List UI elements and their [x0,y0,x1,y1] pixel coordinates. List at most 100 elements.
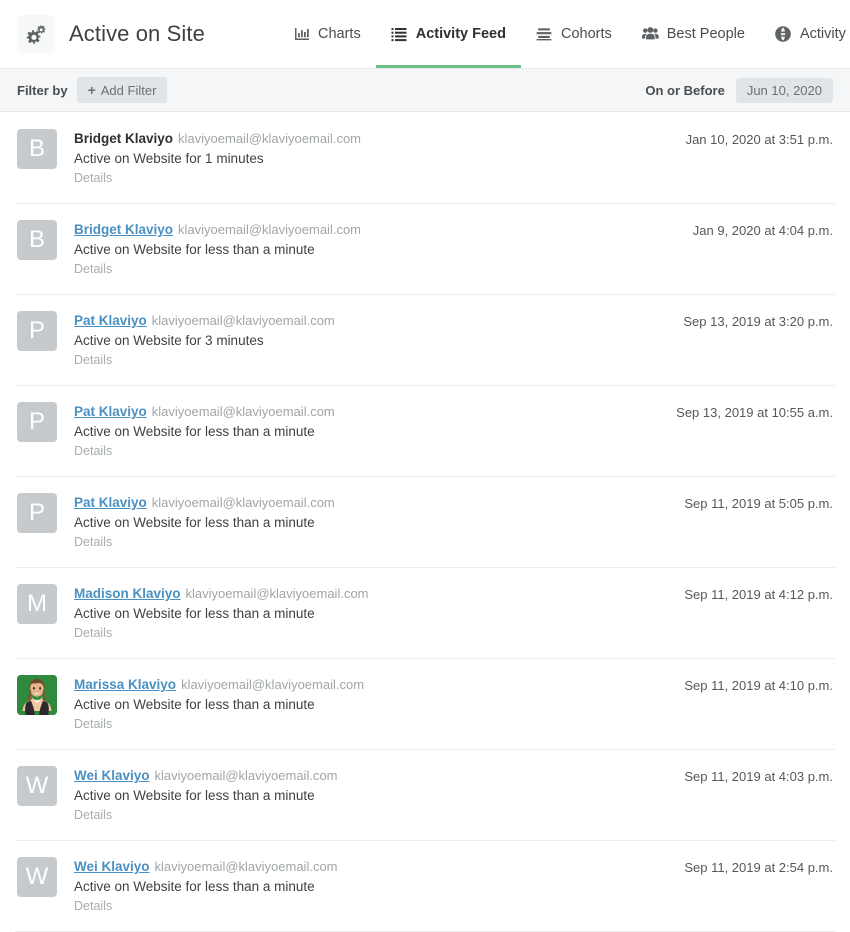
feed-row-identity: Pat Klaviyo klaviyoemail@klaviyoemail.com [74,403,676,421]
activity-timestamp: Jan 9, 2020 at 4:04 p.m. [692,223,833,238]
bar-chart-icon [293,26,310,43]
tab-best-people-label: Best People [666,25,745,42]
tab-charts-label: Charts [318,25,361,42]
tab-charts[interactable]: Charts [278,0,376,68]
avatar-initial[interactable]: W [17,766,57,806]
feed-row-body: Bridget Klaviyo klaviyoemail@klaviyoemail… [74,129,686,187]
details-toggle[interactable]: Details [74,716,684,733]
person-email: klaviyoemail@klaviyoemail.com [185,586,369,601]
activity-description: Active on Website for 3 minutes [74,333,264,348]
avatar-initial[interactable]: M [17,584,57,624]
activity-description: Active on Website for less than a minute [74,424,315,439]
feed-row-identity: Bridget Klaviyo klaviyoemail@klaviyoemail… [74,221,693,239]
details-toggle[interactable]: Details [74,261,693,278]
date-filter-button[interactable]: Jun 10, 2020 [735,77,833,103]
on-or-before-label: On or Before [645,82,725,98]
tab-cohorts-label: Cohorts [560,25,612,42]
activity-description: Active on Website for less than a minute [74,242,315,257]
list-icon [391,26,408,43]
details-toggle[interactable]: Details [74,625,684,642]
feed-row[interactable]: P Pat Klaviyo klaviyoemail@klaviyoemail.co… [0,294,850,385]
person-email: klaviyoemail@klaviyoemail.com [178,222,362,237]
person-name[interactable]: Marissa Klaviyo [74,677,176,692]
activity-timestamp: Jan 10, 2020 at 3:51 p.m. [685,132,833,147]
person-email: klaviyoemail@klaviyoemail.com [151,495,335,510]
feed-row-identity: Bridget Klaviyo klaviyoemail@klaviyoemail… [74,130,686,148]
feed-row-body: Bridget Klaviyo klaviyoemail@klaviyoemail… [74,220,693,278]
person-email: klaviyoemail@klaviyoemail.com [178,131,362,146]
tab-cohorts[interactable]: Cohorts [521,0,627,68]
feed-row-identity: Wei Klaviyo klaviyoemail@klaviyoemail.com [74,858,684,876]
person-email: klaviyoemail@klaviyoemail.com [181,677,365,692]
details-toggle[interactable]: Details [74,170,686,187]
activity-description: Active on Website for 1 minutes [74,151,264,166]
details-toggle[interactable]: Details [74,443,676,460]
feed-row[interactable]: P Pat Klaviyo klaviyoemail@klaviyoemail.co… [0,476,850,567]
avatar-initial[interactable]: P [17,493,57,533]
feed-row-body: Marissa Klaviyo klaviyoemail@klaviyoemail… [74,675,684,733]
feed-row-body: Pat Klaviyo klaviyoemail@klaviyoemail.com… [74,402,676,460]
person-name[interactable]: Pat Klaviyo [74,313,147,328]
details-toggle[interactable]: Details [74,807,684,824]
feed-row[interactable]: W Wei Klaviyo klaviyoemail@klaviyoemail.co… [0,749,850,840]
tab-activity-map[interactable]: Activity Map [760,0,850,68]
add-filter-button[interactable]: + Add Filter [76,77,168,103]
activity-timestamp: Sep 11, 2019 at 4:12 p.m. [684,587,833,602]
person-name[interactable]: Wei Klaviyo [74,768,150,783]
person-name: Bridget Klaviyo [74,131,174,146]
feed-row-identity: Wei Klaviyo klaviyoemail@klaviyoemail.com [74,767,684,785]
avatar-initial[interactable]: B [17,220,57,260]
tab-activity-feed-label: Activity Feed [415,25,506,42]
person-email: klaviyoemail@klaviyoemail.com [154,768,338,783]
avatar-initial[interactable]: W [17,857,57,897]
gears-icon [17,15,55,53]
avatar-photo[interactable] [17,675,57,715]
tab-activity-map-label: Activity Map [799,25,850,42]
feed-row-identity: Pat Klaviyo klaviyoemail@klaviyoemail.com [74,312,683,330]
activity-timestamp: Sep 11, 2019 at 4:03 p.m. [684,769,833,784]
tab-activity-feed[interactable]: Activity Feed [375,0,522,68]
person-email: klaviyoemail@klaviyoemail.com [151,404,335,419]
rows-icon [536,26,553,43]
feed-row-body: Wei Klaviyo klaviyoemail@klaviyoemail.com… [74,857,684,915]
avatar-initial[interactable]: B [17,129,57,169]
feed-row-identity: Pat Klaviyo klaviyoemail@klaviyoemail.com [74,494,684,512]
feed-row[interactable]: P Pat Klaviyo klaviyoemail@klaviyoemail.co… [0,385,850,476]
activity-timestamp: Sep 13, 2019 at 3:20 p.m. [683,314,833,329]
brand: Active on Site [17,15,205,53]
person-email: klaviyoemail@klaviyoemail.com [151,313,335,328]
plus-icon: + [87,82,96,98]
activity-description: Active on Website for less than a minute [74,788,315,803]
person-name[interactable]: Pat Klaviyo [74,495,147,510]
add-filter-label: Add Filter [100,82,157,98]
activity-feed-list: B Bridget Klaviyo klaviyoemail@klaviyoemai… [0,112,850,932]
person-name[interactable]: Madison Klaviyo [74,586,181,601]
person-name[interactable]: Wei Klaviyo [74,859,150,874]
person-name[interactable]: Bridget Klaviyo [74,222,173,237]
feed-row-body: Madison Klaviyo klaviyoemail@klaviyoemail… [74,584,684,642]
feed-row-body: Pat Klaviyo klaviyoemail@klaviyoemail.com… [74,311,683,369]
people-icon [641,26,659,43]
avatar-initial[interactable]: P [17,311,57,351]
feed-row-body: Pat Klaviyo klaviyoemail@klaviyoemail.com… [74,493,684,551]
feed-row[interactable]: B Bridget Klaviyo klaviyoemail@klaviyoemai… [0,112,850,203]
activity-timestamp: Sep 11, 2019 at 5:05 p.m. [684,496,833,511]
feed-row[interactable]: B Bridget Klaviyo klaviyoemail@klaviyoemai… [0,203,850,294]
filter-by-label: Filter by [17,82,68,98]
feed-row[interactable]: M Madison Klaviyo klaviyoemail@klaviyoemai… [0,567,850,658]
activity-description: Active on Website for less than a minute [74,606,315,621]
activity-description: Active on Website for less than a minute [74,697,315,712]
feed-row[interactable]: Marissa Klaviyo klaviyoemail@klaviyoemail… [0,658,850,749]
details-toggle[interactable]: Details [74,898,684,915]
person-name[interactable]: Pat Klaviyo [74,404,147,419]
feed-row-body: Wei Klaviyo klaviyoemail@klaviyoemail.com… [74,766,684,824]
details-toggle[interactable]: Details [74,352,683,369]
filter-bar: Filter by + Add Filter On or Before Jun … [0,69,850,112]
tab-best-people[interactable]: Best People [627,0,760,68]
details-toggle[interactable]: Details [74,534,684,551]
activity-description: Active on Website for less than a minute [74,515,315,530]
avatar-initial[interactable]: P [17,402,57,442]
activity-timestamp: Sep 11, 2019 at 4:10 p.m. [684,678,833,693]
globe-icon [775,26,792,43]
feed-row[interactable]: W Wei Klaviyo klaviyoemail@klaviyoemail.co… [0,840,850,931]
